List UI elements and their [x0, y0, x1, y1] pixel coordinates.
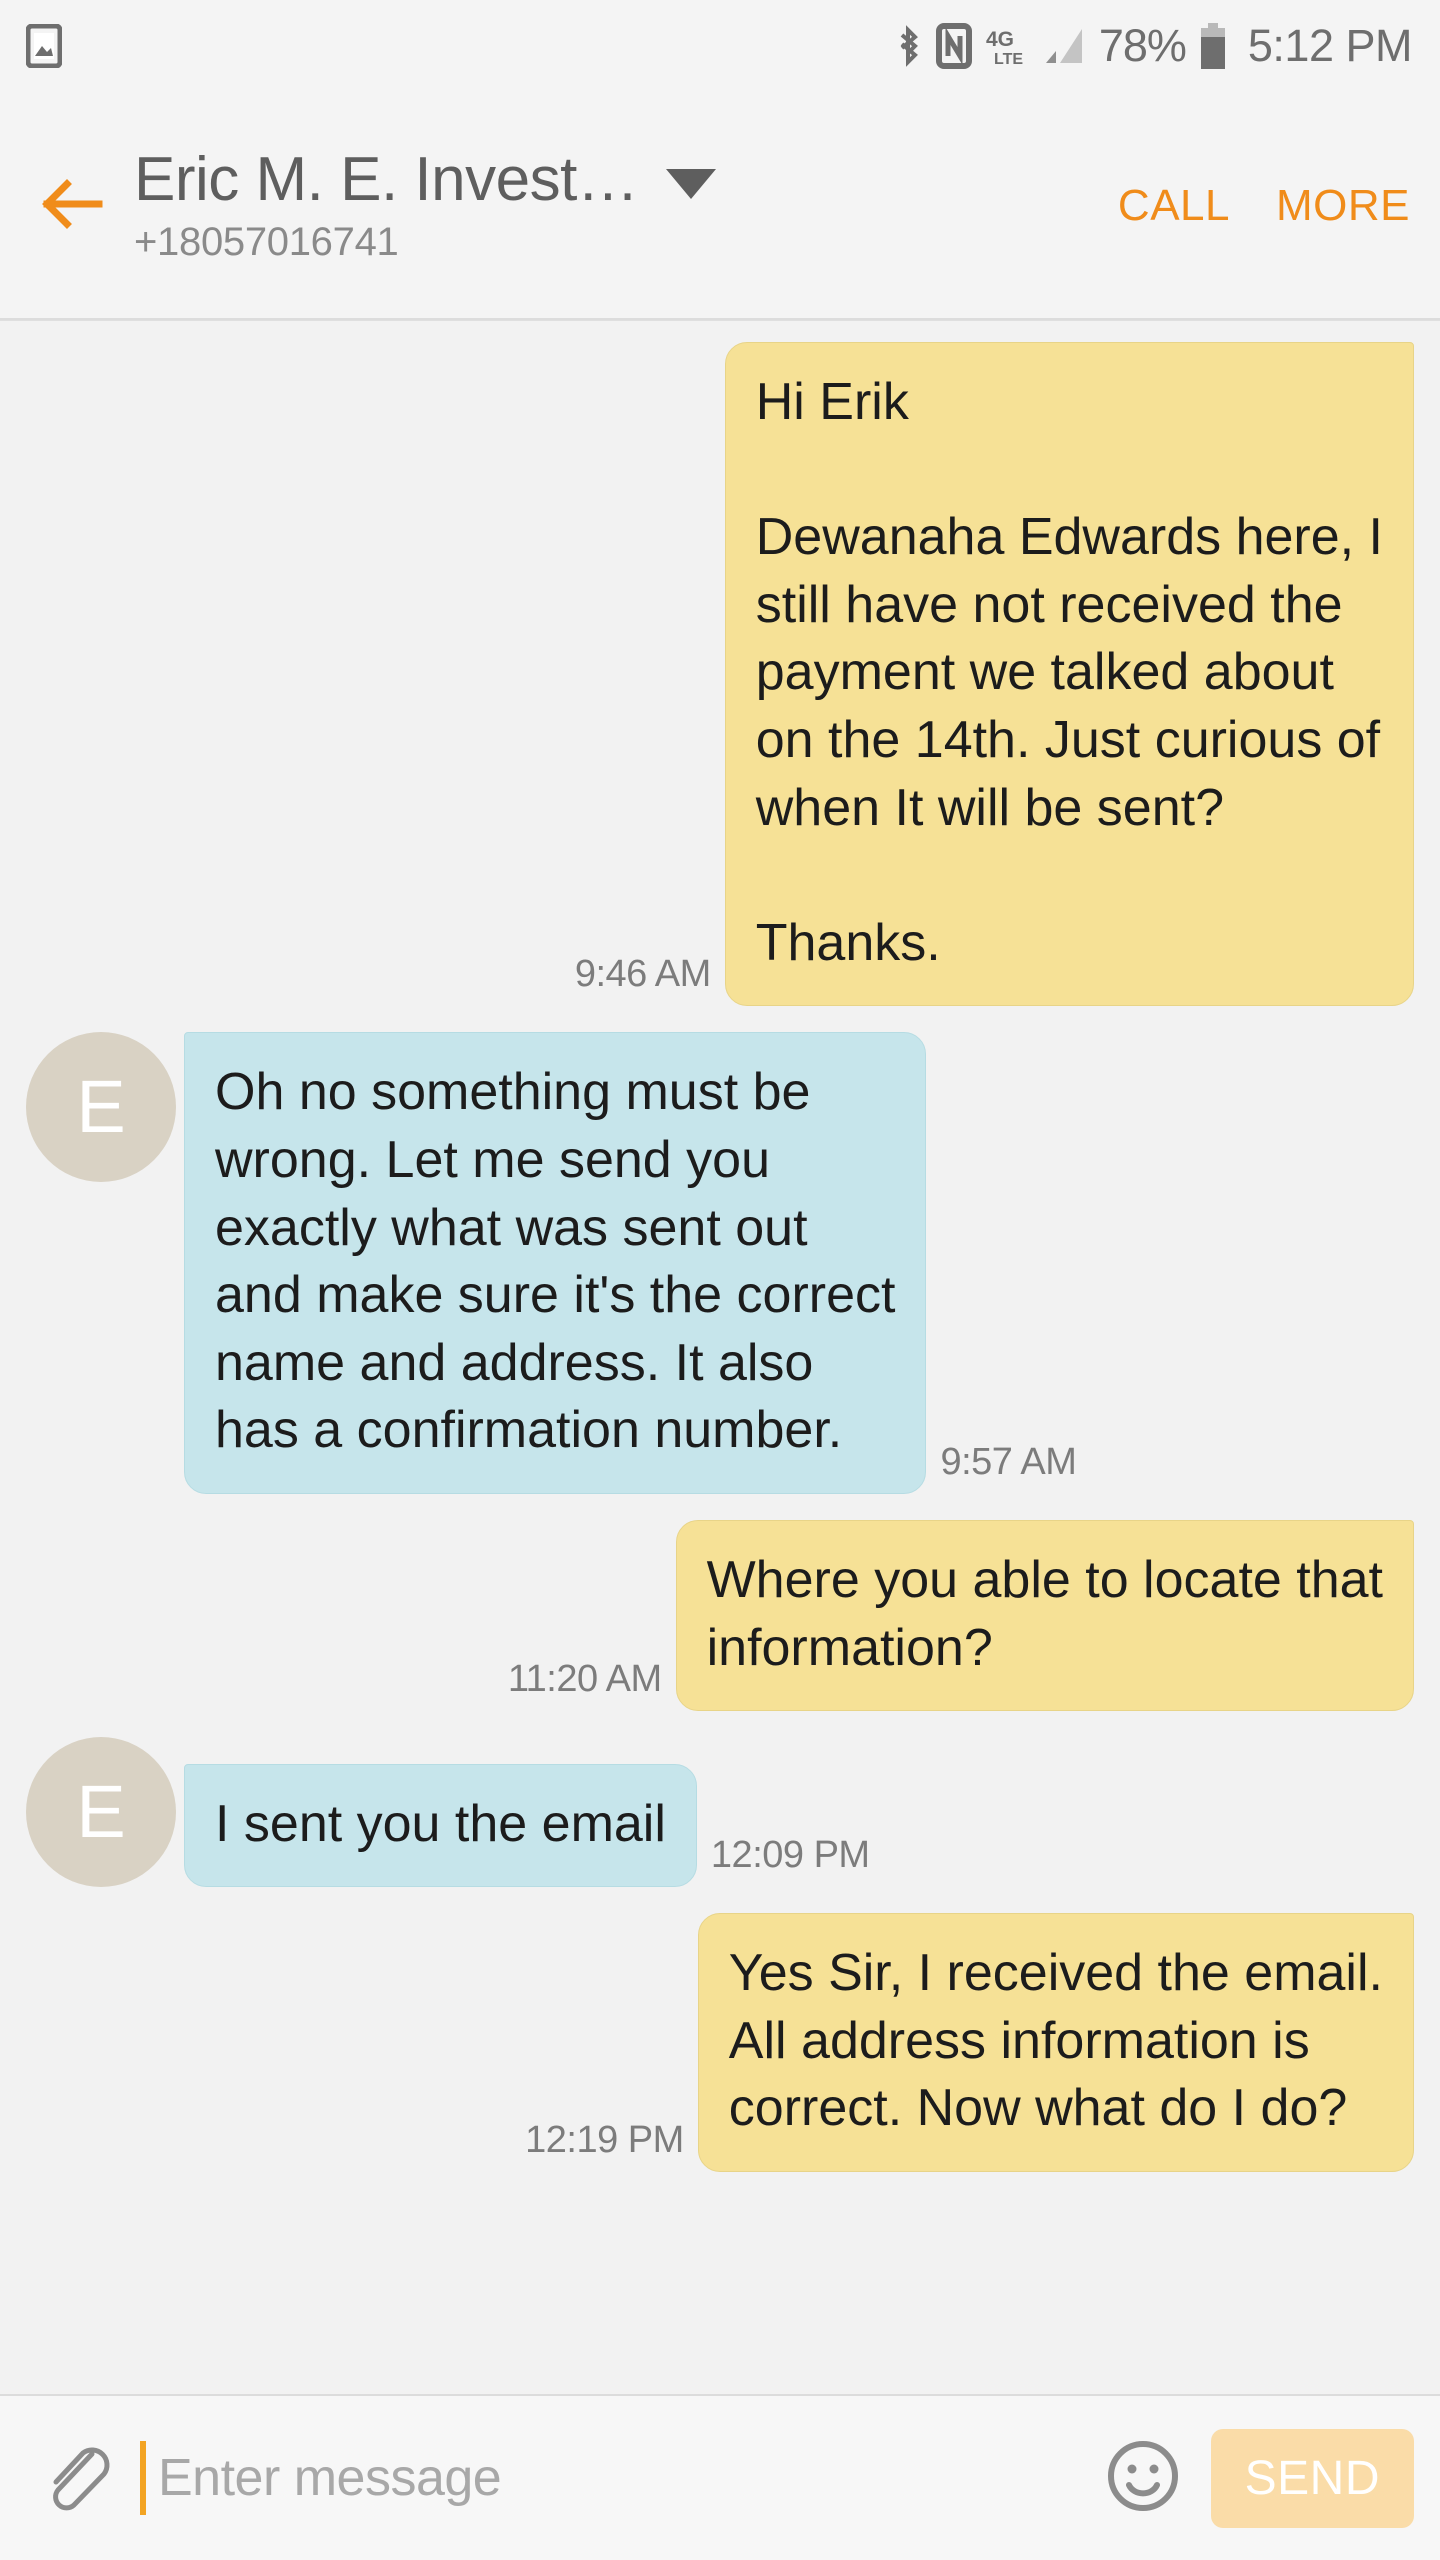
signal-bars-icon: [1042, 25, 1086, 67]
contact-name-row[interactable]: Eric M. E. Invest…: [134, 147, 1100, 214]
message-bubble-outgoing[interactable]: Where you able to locate that informatio…: [675, 1519, 1414, 1712]
status-bar-left-icons: [25, 23, 63, 69]
avatar[interactable]: E: [26, 1032, 176, 1183]
message-row: E Oh no something must be wrong. Let me …: [0, 1032, 1440, 1494]
contact-name: Eric M. E. Invest…: [134, 147, 639, 214]
battery-icon: [1199, 23, 1227, 69]
attach-button[interactable]: [34, 2436, 118, 2520]
svg-text:4G: 4G: [986, 28, 1014, 51]
message-input[interactable]: Enter message: [140, 2433, 1099, 2523]
nfc-icon: [935, 23, 972, 69]
conversation-header: Eric M. E. Invest… +18057016741 CALL MOR…: [0, 92, 1440, 320]
smiley-icon: [1099, 2432, 1187, 2525]
4g-lte-icon: 4G LTE: [985, 24, 1029, 68]
svg-text:LTE: LTE: [994, 51, 1023, 68]
emoji-button[interactable]: [1099, 2434, 1187, 2522]
status-bar: 4G LTE 78% 5:12 PM: [0, 0, 1440, 92]
contact-number: +18057016741: [134, 219, 399, 264]
paperclip-icon: [34, 2434, 118, 2523]
message-row: E I sent you the email 12:09 PM: [0, 1737, 1440, 1888]
back-button[interactable]: [24, 158, 120, 254]
message-composer: Enter message SEND: [0, 2394, 1440, 2560]
message-timestamp: 12:09 PM: [710, 1834, 870, 1877]
avatar[interactable]: E: [26, 1737, 176, 1888]
gallery-icon: [25, 23, 63, 69]
message-row: 9:46 AM Hi Erik Dewanaha Edwards here, I…: [0, 342, 1440, 1007]
message-bubble-outgoing[interactable]: Hi Erik Dewanaha Edwards here, I still h…: [724, 342, 1414, 1007]
text-cursor: [140, 2441, 146, 2515]
message-timestamp: 12:19 PM: [525, 2118, 684, 2161]
battery-percent-label: 78%: [1098, 20, 1187, 71]
message-row: 12:19 PM Yes Sir, I received the email. …: [0, 1913, 1440, 2172]
message-bubble-outgoing[interactable]: Yes Sir, I received the email. All addre…: [697, 1913, 1414, 2172]
chevron-down-icon[interactable]: [666, 169, 717, 200]
message-timestamp: 9:57 AM: [940, 1440, 1077, 1483]
back-arrow-icon: [37, 169, 107, 244]
messaging-app-screen: 4G LTE 78% 5:12 PM Eric M. E. Invest… +1…: [0, 0, 1440, 2560]
status-bar-right-icons: 4G LTE 78% 5:12 PM: [893, 20, 1413, 72]
more-button[interactable]: MORE: [1276, 181, 1410, 231]
header-titles: Eric M. E. Invest… +18057016741: [134, 147, 1100, 265]
message-thread[interactable]: 9:46 AM Hi Erik Dewanaha Edwards here, I…: [0, 320, 1440, 2394]
call-button[interactable]: CALL: [1118, 181, 1230, 231]
bluetooth-icon: [893, 24, 923, 68]
message-timestamp: 9:46 AM: [574, 953, 711, 996]
message-row: 11:20 AM Where you able to locate that i…: [0, 1519, 1440, 1712]
message-bubble-incoming[interactable]: Oh no something must be wrong. Let me se…: [184, 1032, 927, 1494]
message-input-placeholder: Enter message: [158, 2449, 502, 2507]
message-timestamp: 11:20 AM: [507, 1658, 662, 1701]
message-bubble-incoming[interactable]: I sent you the email: [184, 1763, 697, 1888]
header-actions: CALL MORE: [1118, 181, 1410, 231]
clock-label: 5:12 PM: [1247, 20, 1413, 71]
send-button[interactable]: SEND: [1210, 2428, 1414, 2528]
